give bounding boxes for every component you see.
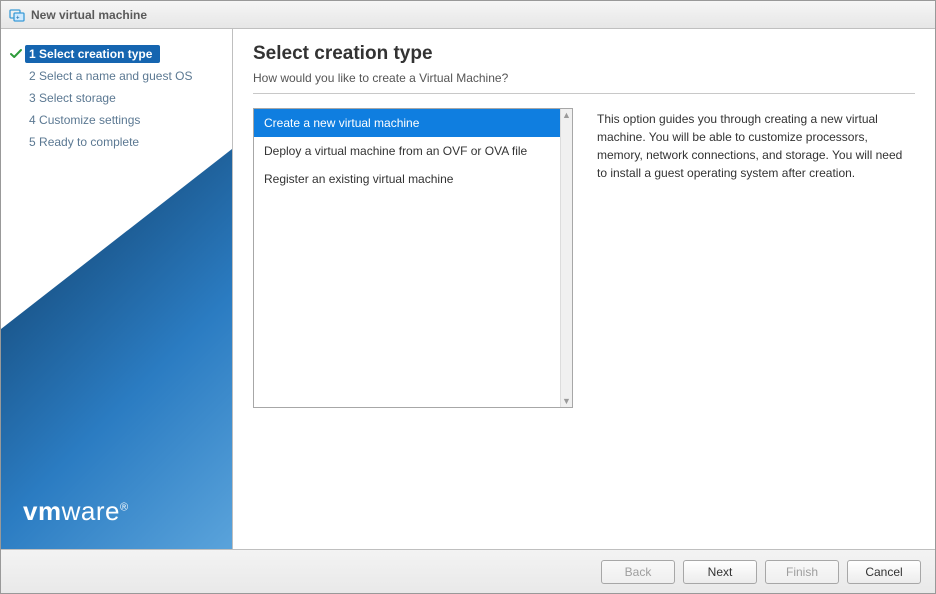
finish-button[interactable]: Finish — [765, 560, 839, 584]
step-ready-to-complete[interactable]: 5 Ready to complete — [1, 131, 232, 153]
dialog-body: 1 Select creation type 2 Select a name a… — [1, 29, 935, 549]
scroll-track[interactable] — [561, 121, 572, 395]
creation-type-listbox[interactable]: Create a new virtual machine Deploy a vi… — [253, 108, 573, 408]
option-deploy-ovf-ova[interactable]: Deploy a virtual machine from an OVF or … — [254, 137, 560, 165]
sidebar-decoration — [1, 149, 232, 549]
page-heading: Select creation type — [253, 43, 915, 65]
listbox-items: Create a new virtual machine Deploy a vi… — [254, 109, 560, 407]
page-subtitle: How would you like to create a Virtual M… — [253, 71, 915, 85]
wizard-dialog: + New virtual machine 1 Select creation … — [0, 0, 936, 594]
step-bullet — [9, 69, 23, 83]
vmware-logo: vmware® — [23, 496, 129, 527]
step-select-storage[interactable]: 3 Select storage — [1, 87, 232, 109]
option-create-new-vm[interactable]: Create a new virtual machine — [254, 109, 560, 137]
step-select-creation-type[interactable]: 1 Select creation type — [1, 43, 232, 65]
divider — [253, 93, 915, 94]
step-customize-settings[interactable]: 4 Customize settings — [1, 109, 232, 131]
option-register-existing-vm[interactable]: Register an existing virtual machine — [254, 165, 560, 193]
step-select-name-guest-os[interactable]: 2 Select a name and guest OS — [1, 65, 232, 87]
svg-text:+: + — [16, 15, 20, 21]
content-row: Create a new virtual machine Deploy a vi… — [253, 108, 915, 408]
next-button[interactable]: Next — [683, 560, 757, 584]
back-button[interactable]: Back — [601, 560, 675, 584]
checkmark-icon — [9, 47, 23, 61]
step-bullet — [9, 135, 23, 149]
vm-icon: + — [9, 7, 25, 23]
step-bullet — [9, 91, 23, 105]
scroll-down-icon[interactable]: ▼ — [561, 395, 572, 407]
titlebar: + New virtual machine — [1, 1, 935, 29]
window-title: New virtual machine — [31, 8, 147, 22]
wizard-main: Select creation type How would you like … — [233, 29, 935, 549]
listbox-scrollbar[interactable]: ▲ ▼ — [560, 109, 572, 407]
wizard-sidebar: 1 Select creation type 2 Select a name a… — [1, 29, 233, 549]
wizard-footer: Back Next Finish Cancel — [1, 549, 935, 593]
option-description: This option guides you through creating … — [597, 108, 915, 182]
scroll-up-icon[interactable]: ▲ — [561, 109, 572, 121]
cancel-button[interactable]: Cancel — [847, 560, 921, 584]
step-bullet — [9, 113, 23, 127]
wizard-steps: 1 Select creation type 2 Select a name a… — [1, 29, 232, 153]
